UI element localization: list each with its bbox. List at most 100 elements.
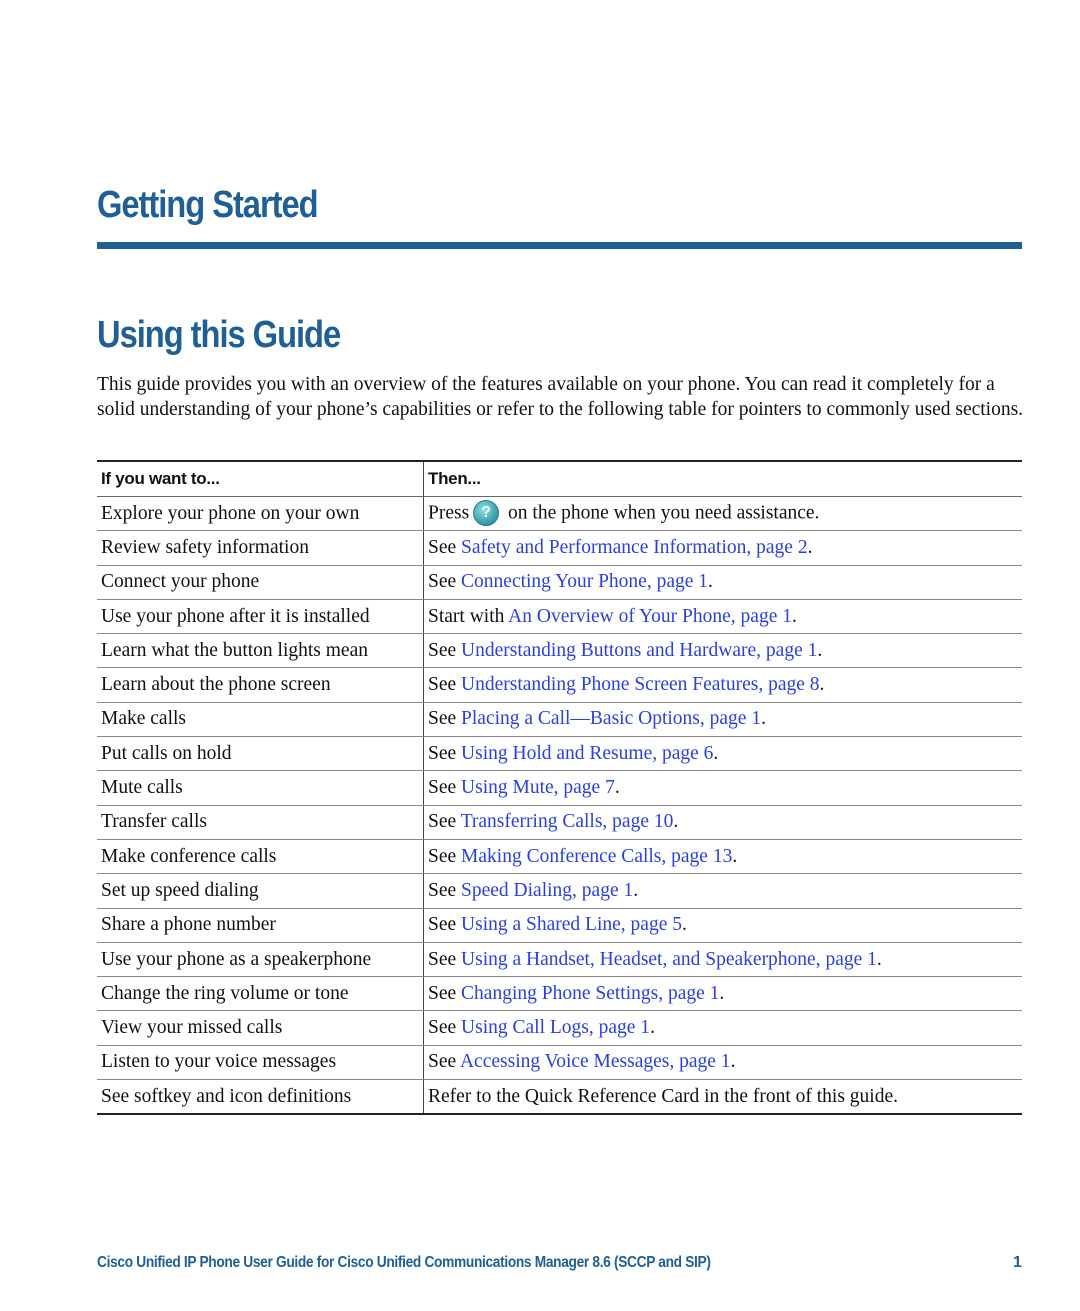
- table-header-row: If you want to... Then...: [97, 460, 1022, 497]
- cross-reference-link[interactable]: Using Mute, page 7: [461, 777, 615, 798]
- cross-reference-link[interactable]: Changing Phone Settings, page 1: [461, 983, 719, 1004]
- cross-reference-link[interactable]: Speed Dialing, page 1: [461, 880, 633, 901]
- cell-then-suffix: .: [614, 777, 620, 799]
- cell-want: Make calls: [97, 702, 424, 738]
- cell-want: Set up speed dialing: [97, 873, 424, 909]
- cell-then-suffix: on the phone when you need assistance.: [503, 502, 820, 524]
- help-icon: ?: [473, 499, 500, 526]
- chapter-title-rule: [97, 242, 1022, 249]
- cell-want: Learn what the button lights mean: [97, 633, 424, 669]
- footer-title: Cisco Unified IP Phone User Guide for Ci…: [97, 1254, 711, 1271]
- cell-then-prefix: See: [428, 1017, 462, 1039]
- cell-want: Learn about the phone screen: [97, 667, 424, 703]
- cell-then-suffix: .: [681, 914, 687, 936]
- cross-reference-link[interactable]: Transferring Calls, page 10: [461, 811, 674, 832]
- cell-then: See Speed Dialing, page 1.: [423, 873, 1022, 909]
- cell-want: Make conference calls: [97, 839, 424, 875]
- cell-then-suffix: .: [650, 1017, 655, 1039]
- table-row: Put calls on hold See Using Hold and Resu…: [97, 736, 1022, 772]
- cell-then-suffix: .: [819, 674, 825, 696]
- cell-then-suffix: .: [807, 536, 813, 558]
- cell-then: See Safety and Performance Information, …: [423, 530, 1022, 566]
- cell-want: Use your phone as a speakerphone: [97, 942, 424, 978]
- cross-reference-link[interactable]: Using a Handset, Headset, and Speakerpho…: [461, 949, 877, 970]
- cross-reference-link[interactable]: Using Call Logs, page 1: [461, 1017, 650, 1038]
- cell-then-prefix: Refer to the Quick Reference Card in the…: [428, 1085, 899, 1107]
- intro-paragraph: This guide provides you with an overview…: [97, 374, 1024, 420]
- cell-then: See Understanding Buttons and Hardware, …: [423, 633, 1022, 669]
- cell-want: Transfer calls: [97, 805, 424, 840]
- cell-then: See Using a Handset, Headset, and Speake…: [423, 942, 1022, 978]
- table-row: Use your phone after it is installed Star…: [97, 599, 1022, 635]
- table-row: Explore your phone on your own Press? on …: [97, 496, 1022, 532]
- cell-then-prefix: See: [428, 811, 461, 833]
- table-row: Review safety information See Safety and …: [97, 530, 1022, 566]
- cell-then: See Transferring Calls, page 10.: [423, 805, 1022, 840]
- cell-then-prefix: See: [428, 674, 462, 696]
- cell-then-suffix: .: [791, 605, 797, 627]
- cell-then: See Using Hold and Resume, page 6.: [423, 736, 1022, 772]
- cell-want: Connect your phone: [97, 565, 424, 600]
- cell-then-suffix: .: [719, 982, 725, 1004]
- cell-then: See Placing a Call—Basic Options, page 1…: [423, 702, 1022, 738]
- cell-then-prefix: See: [428, 982, 462, 1004]
- cell-then-prefix: See: [428, 536, 462, 558]
- cell-then-suffix: .: [708, 571, 713, 593]
- page-number: 1: [1013, 1254, 1022, 1271]
- cell-want: Change the ring volume or tone: [97, 976, 424, 1012]
- cross-reference-link[interactable]: Using a Shared Line, page 5: [461, 914, 682, 935]
- table-row: Mute calls See Using Mute, page 7.: [97, 770, 1022, 806]
- table-row: View your missed calls See Using Call Log…: [97, 1010, 1022, 1046]
- cell-then-prefix: See: [428, 914, 462, 936]
- cell-then: See Connecting Your Phone, page 1.: [423, 565, 1022, 600]
- cell-want: Put calls on hold: [97, 736, 424, 772]
- cell-then-prefix: Start with: [428, 605, 509, 627]
- cell-want: Review safety information: [97, 530, 424, 566]
- cell-then: See Changing Phone Settings, page 1.: [423, 976, 1022, 1012]
- cell-then-prefix: See: [428, 879, 462, 901]
- table-row: Make calls See Placing a Call—Basic Optio…: [97, 702, 1022, 738]
- table-row: Connect your phone See Connecting Your Ph…: [97, 565, 1022, 600]
- table-row: Learn about the phone screen See Understa…: [97, 667, 1022, 703]
- cell-then-prefix: See: [428, 948, 462, 970]
- guide-table: If you want to... Then... Explore your p…: [97, 460, 1022, 1116]
- cell-then: Refer to the Quick Reference Card in the…: [423, 1079, 1022, 1116]
- cross-reference-link[interactable]: Connecting Your Phone, page 1: [461, 571, 708, 592]
- cell-then-prefix: See: [428, 639, 462, 661]
- table-row: Set up speed dialing See Speed Dialing, p…: [97, 873, 1022, 909]
- cross-reference-link[interactable]: Understanding Buttons and Hardware, page…: [461, 640, 817, 661]
- cell-then: See Accessing Voice Messages, page 1.: [423, 1045, 1022, 1081]
- table-row: Listen to your voice messages See Accessi…: [97, 1045, 1022, 1081]
- cell-want: Mute calls: [97, 770, 424, 806]
- cross-reference-link[interactable]: An Overview of Your Phone, page 1: [508, 606, 792, 627]
- cell-then-prefix: See: [428, 708, 462, 730]
- cell-then: See Using Call Logs, page 1.: [423, 1010, 1022, 1046]
- cell-then-prefix: See: [428, 777, 462, 799]
- column-header-then: Then...: [423, 460, 1022, 497]
- cell-then-suffix: .: [761, 708, 766, 730]
- cross-reference-link[interactable]: Placing a Call—Basic Options, page 1: [461, 708, 761, 729]
- cell-then-suffix: .: [876, 948, 882, 970]
- cell-then: See Making Conference Calls, page 13.: [423, 839, 1022, 875]
- cell-want: View your missed calls: [97, 1010, 424, 1046]
- cross-reference-link[interactable]: Accessing Voice Messages, page 1: [460, 1051, 731, 1072]
- cell-then-suffix: .: [732, 845, 738, 867]
- section-title: Using this Guide: [97, 314, 341, 356]
- cell-then-prefix: See: [428, 742, 462, 764]
- cell-want: Use your phone after it is installed: [97, 599, 424, 635]
- cross-reference-link[interactable]: Understanding Phone Screen Features, pag…: [461, 674, 819, 695]
- cell-then-prefix: See: [428, 1051, 460, 1073]
- cross-reference-link[interactable]: Making Conference Calls, page 13: [461, 846, 732, 867]
- table-row: Change the ring volume or tone See Changi…: [97, 976, 1022, 1012]
- cell-then-suffix: .: [673, 811, 679, 833]
- cell-then: Start with An Overview of Your Phone, pa…: [423, 599, 1022, 635]
- cell-then: See Using Mute, page 7.: [423, 770, 1022, 806]
- cell-then-prefix: See: [428, 571, 462, 593]
- table-row: See softkey and icon definitions Refer to…: [97, 1079, 1022, 1116]
- cross-reference-link[interactable]: Safety and Performance Information, page…: [461, 537, 808, 558]
- cell-want: Share a phone number: [97, 908, 424, 943]
- column-header-want: If you want to...: [97, 460, 424, 497]
- cell-want: See softkey and icon definitions: [97, 1079, 424, 1116]
- table-row: Make conference calls See Making Conferen…: [97, 839, 1022, 875]
- cross-reference-link[interactable]: Using Hold and Resume, page 6: [461, 743, 713, 764]
